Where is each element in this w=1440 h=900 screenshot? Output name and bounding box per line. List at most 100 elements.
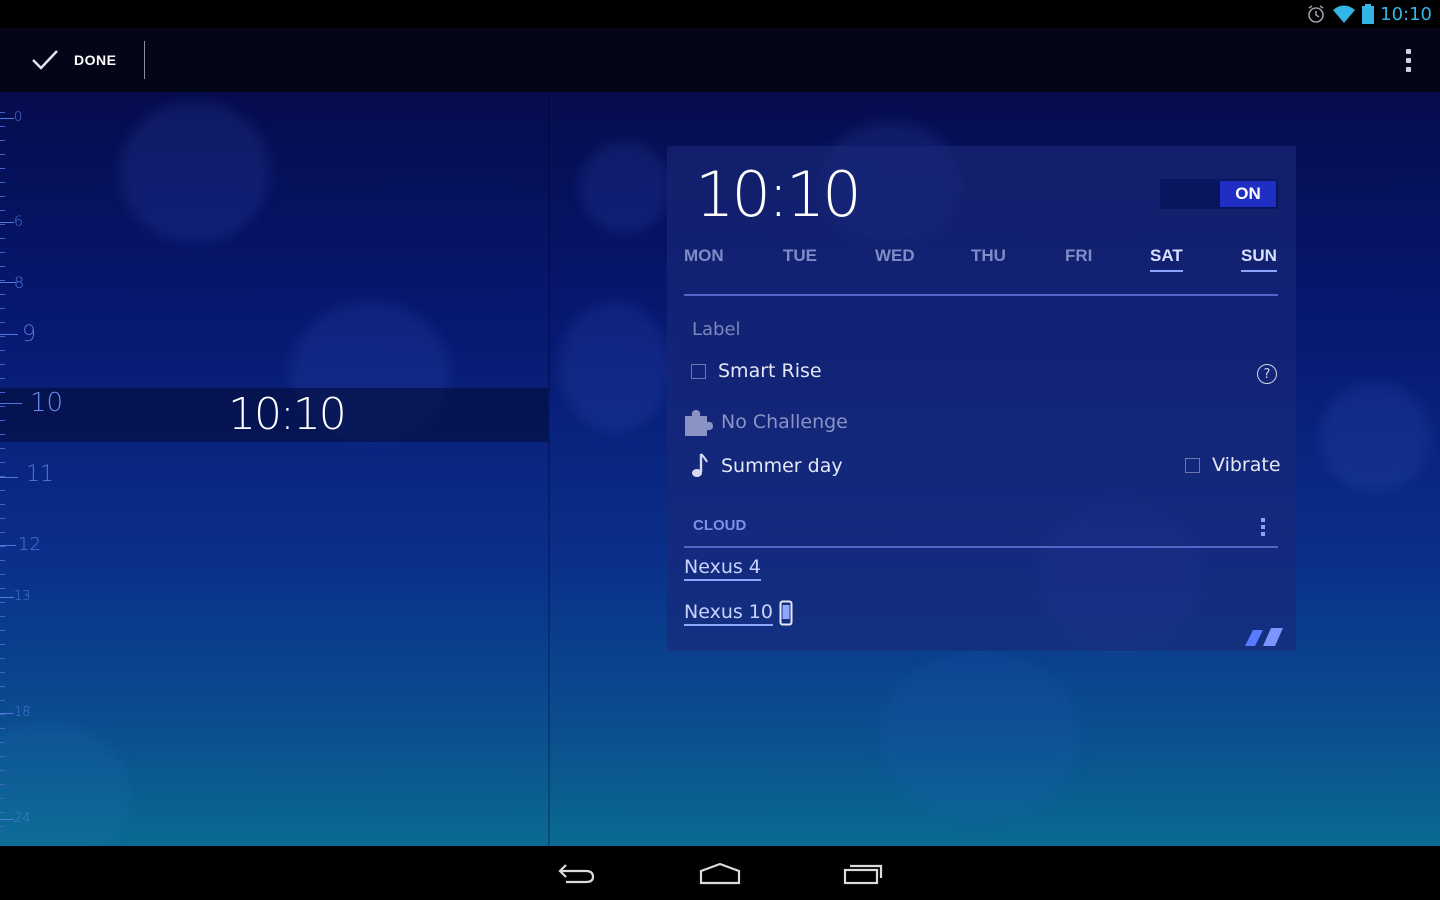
- timeline-tick: [0, 714, 5, 715]
- alarm-toggle[interactable]: ON: [1160, 179, 1278, 209]
- bokeh-decoration: [560, 302, 670, 432]
- timeline-tick: [0, 574, 5, 575]
- timeline-tick: [0, 140, 5, 141]
- timeline-major-tick: [0, 545, 16, 546]
- bokeh-decoration: [1320, 382, 1430, 492]
- timeline-major-tick: [0, 222, 14, 223]
- ringtone-row[interactable]: Summer day: [691, 452, 843, 480]
- timeline-tick: [0, 630, 5, 631]
- timeline-tick: [0, 308, 5, 309]
- checkmark-icon: [32, 50, 58, 70]
- main-area: 0 6 8 9 10 11 12 13 18 24 10:10 10:10 ON…: [0, 92, 1440, 846]
- vibrate-checkbox[interactable]: [1185, 457, 1200, 473]
- bokeh-decoration: [580, 142, 670, 232]
- day-thu[interactable]: THU: [971, 246, 1006, 270]
- cloud-overflow-icon[interactable]: [1257, 518, 1269, 538]
- timeline-major-tick: [0, 819, 14, 820]
- timeline-tick: [0, 504, 5, 505]
- timeline-tick: [0, 196, 5, 197]
- cloud-section-title: CLOUD: [693, 517, 747, 534]
- timeline-tick: [0, 588, 5, 589]
- overflow-menu-icon[interactable]: [1396, 46, 1420, 74]
- timeline-tick: [0, 336, 5, 337]
- timeline-tick: [0, 658, 5, 659]
- day-mon[interactable]: MON: [684, 246, 724, 270]
- selected-time: 10:10: [228, 389, 347, 440]
- timeline-tick: [0, 350, 5, 351]
- timeline-tick: [0, 210, 5, 211]
- timeline-tick: [0, 644, 5, 645]
- smart-rise-label: Smart Rise: [718, 360, 822, 382]
- timeline-tick: [0, 266, 5, 267]
- phone-icon: [779, 600, 793, 626]
- timeline-tick: [0, 560, 5, 561]
- timeline-major-tick: [0, 713, 14, 714]
- timeline-tick: [0, 826, 5, 827]
- action-bar-divider: [144, 41, 145, 79]
- timeline-tick: [0, 294, 5, 295]
- vibrate-row[interactable]: Vibrate: [1185, 454, 1281, 476]
- timeline-tick: [0, 364, 5, 365]
- day-fri[interactable]: FRI: [1065, 246, 1092, 270]
- smart-rise-row[interactable]: Smart Rise: [691, 360, 822, 382]
- device-nexus-10[interactable]: Nexus 10: [684, 601, 773, 626]
- ringtone-label: Summer day: [721, 455, 843, 477]
- day-wed[interactable]: WED: [875, 246, 915, 270]
- hour-label-18: 18: [14, 705, 31, 720]
- timeline-tick: [0, 518, 5, 519]
- timeline-tick: [0, 392, 5, 393]
- device-nexus-4[interactable]: Nexus 4: [684, 556, 761, 581]
- alarm-time[interactable]: 10:10: [695, 158, 862, 231]
- hour-label-10: 10: [30, 388, 64, 418]
- puzzle-icon: [685, 410, 713, 436]
- hour-label-9: 9: [22, 322, 36, 347]
- vibrate-label: Vibrate: [1212, 454, 1281, 476]
- alarm-card: 10:10 ON MON TUE WED THU FRI SAT SUN Sma…: [667, 146, 1296, 651]
- timeline-tick: [0, 126, 5, 127]
- toggle-on-label: ON: [1220, 181, 1276, 207]
- sleep-as-android-logo-icon: [1245, 628, 1283, 646]
- help-icon[interactable]: ?: [1257, 364, 1277, 384]
- timeline-major-tick: [0, 403, 22, 404]
- timeline-tick: [0, 672, 5, 673]
- hour-label-6: 6: [14, 214, 23, 230]
- timeline-pane[interactable]: 0 6 8 9 10 11 12 13 18 24 10:10: [0, 92, 548, 846]
- timeline-tick: [0, 756, 5, 757]
- timeline-tick: [0, 168, 5, 169]
- day-sat[interactable]: SAT: [1150, 246, 1183, 272]
- timeline-tick: [0, 420, 5, 421]
- timeline-major-tick: [0, 118, 14, 119]
- hour-label-0: 0: [14, 110, 23, 125]
- hour-label-13: 13: [14, 589, 31, 604]
- home-icon[interactable]: [696, 858, 744, 888]
- day-sun[interactable]: SUN: [1241, 246, 1277, 272]
- timeline-tick: [0, 742, 5, 743]
- status-time: 10:10: [1380, 3, 1432, 25]
- back-icon[interactable]: [552, 858, 600, 888]
- timeline-tick: [0, 546, 5, 547]
- timeline-major-tick: [0, 597, 14, 598]
- timeline-tick: [0, 252, 5, 253]
- hour-label-12: 12: [18, 534, 41, 555]
- timeline-tick: [0, 182, 5, 183]
- timeline-tick: [0, 112, 5, 113]
- day-tue[interactable]: TUE: [783, 246, 817, 270]
- timeline-tick: [0, 434, 5, 435]
- done-button[interactable]: DONE: [30, 42, 116, 78]
- timeline-tick: [0, 280, 5, 281]
- hour-label-8: 8: [14, 273, 25, 292]
- timeline-tick: [0, 616, 5, 617]
- timeline-tick: [0, 532, 5, 533]
- status-bar: 10:10: [0, 0, 1440, 28]
- recent-apps-icon[interactable]: [840, 858, 888, 888]
- smart-rise-checkbox[interactable]: [691, 363, 706, 379]
- days-divider: [684, 294, 1278, 296]
- challenge-row[interactable]: No Challenge: [683, 408, 848, 436]
- label-input[interactable]: [684, 310, 1288, 348]
- challenge-label: No Challenge: [721, 411, 848, 433]
- pane-separator: [548, 92, 550, 846]
- cloud-divider: [684, 546, 1278, 548]
- status-icons: 10:10: [1306, 2, 1432, 26]
- timeline-tick: [0, 728, 5, 729]
- timeline-tick: [0, 378, 5, 379]
